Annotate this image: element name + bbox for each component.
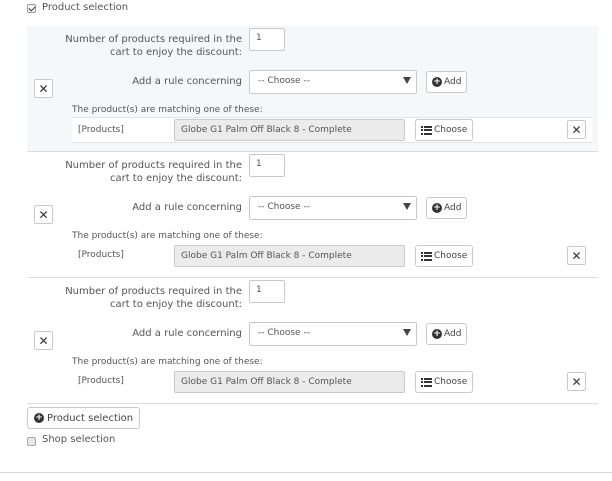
- product-field[interactable]: Globe G1 Palm Off Black 8 - Complete: [174, 245, 405, 267]
- product-field[interactable]: Globe G1 Palm Off Black 8 - Complete: [174, 371, 405, 393]
- quantity-input[interactable]: 1: [249, 280, 285, 303]
- list-icon: [421, 125, 432, 135]
- footer-divider: [0, 472, 612, 473]
- add-rule-button[interactable]: + Add: [426, 71, 468, 93]
- rule-type-label: [Products]: [78, 250, 124, 260]
- remove-product-button[interactable]: ✕: [567, 372, 586, 391]
- rule-type-label: [Products]: [78, 376, 124, 386]
- group-divider: [27, 403, 598, 404]
- matching-label: The product(s) are matching one of these…: [72, 105, 263, 115]
- add-product-selection-button[interactable]: + Product selection: [27, 407, 141, 429]
- choose-button[interactable]: Choose: [415, 119, 474, 141]
- quantity-label: Number of products required in the cart t…: [65, 286, 242, 310]
- matching-label: The product(s) are matching one of these…: [72, 231, 263, 241]
- close-icon: ✕: [571, 374, 582, 389]
- product-selection-checkbox[interactable]: [27, 4, 36, 13]
- close-icon: ✕: [571, 122, 582, 137]
- product-selection-label: Product selection: [42, 2, 129, 13]
- plus-circle-icon: +: [432, 328, 442, 339]
- rule-type-select[interactable]: -- Choose --: [249, 196, 417, 220]
- plus-circle-icon: +: [432, 76, 442, 87]
- list-icon: [421, 377, 432, 387]
- quantity-input[interactable]: 1: [249, 28, 285, 51]
- list-icon: [421, 251, 432, 261]
- choose-button[interactable]: Choose: [415, 245, 474, 267]
- add-rule-button[interactable]: + Add: [426, 197, 468, 219]
- group-divider: [27, 151, 598, 152]
- rule-label: Add a rule concerning: [132, 202, 242, 213]
- add-rule-button[interactable]: + Add: [426, 323, 468, 345]
- choose-button[interactable]: Choose: [415, 371, 474, 393]
- remove-product-button[interactable]: ✕: [567, 120, 586, 139]
- shop-selection-checkbox[interactable]: [27, 437, 36, 446]
- matching-label: The product(s) are matching one of these…: [72, 357, 263, 367]
- group-divider: [27, 277, 598, 278]
- rule-type-select[interactable]: -- Choose --: [249, 322, 417, 346]
- rule-type-label: [Products]: [78, 125, 124, 135]
- chevron-down-icon: [403, 329, 411, 336]
- quantity-label: Number of products required in the cart t…: [65, 34, 242, 58]
- rule-label: Add a rule concerning: [132, 328, 242, 339]
- plus-circle-icon: +: [34, 412, 44, 423]
- quantity-input[interactable]: 1: [249, 154, 285, 177]
- chevron-down-icon: [403, 77, 411, 84]
- rule-label: Add a rule concerning: [132, 76, 242, 87]
- plus-circle-icon: +: [432, 202, 442, 213]
- quantity-label: Number of products required in the cart t…: [65, 160, 242, 184]
- rule-type-select[interactable]: -- Choose --: [249, 70, 417, 94]
- remove-product-button[interactable]: ✕: [567, 246, 586, 265]
- close-icon: ✕: [571, 248, 582, 263]
- product-field[interactable]: Globe G1 Palm Off Black 8 - Complete: [174, 119, 405, 141]
- chevron-down-icon: [403, 203, 411, 210]
- shop-selection-label: Shop selection: [42, 434, 116, 445]
